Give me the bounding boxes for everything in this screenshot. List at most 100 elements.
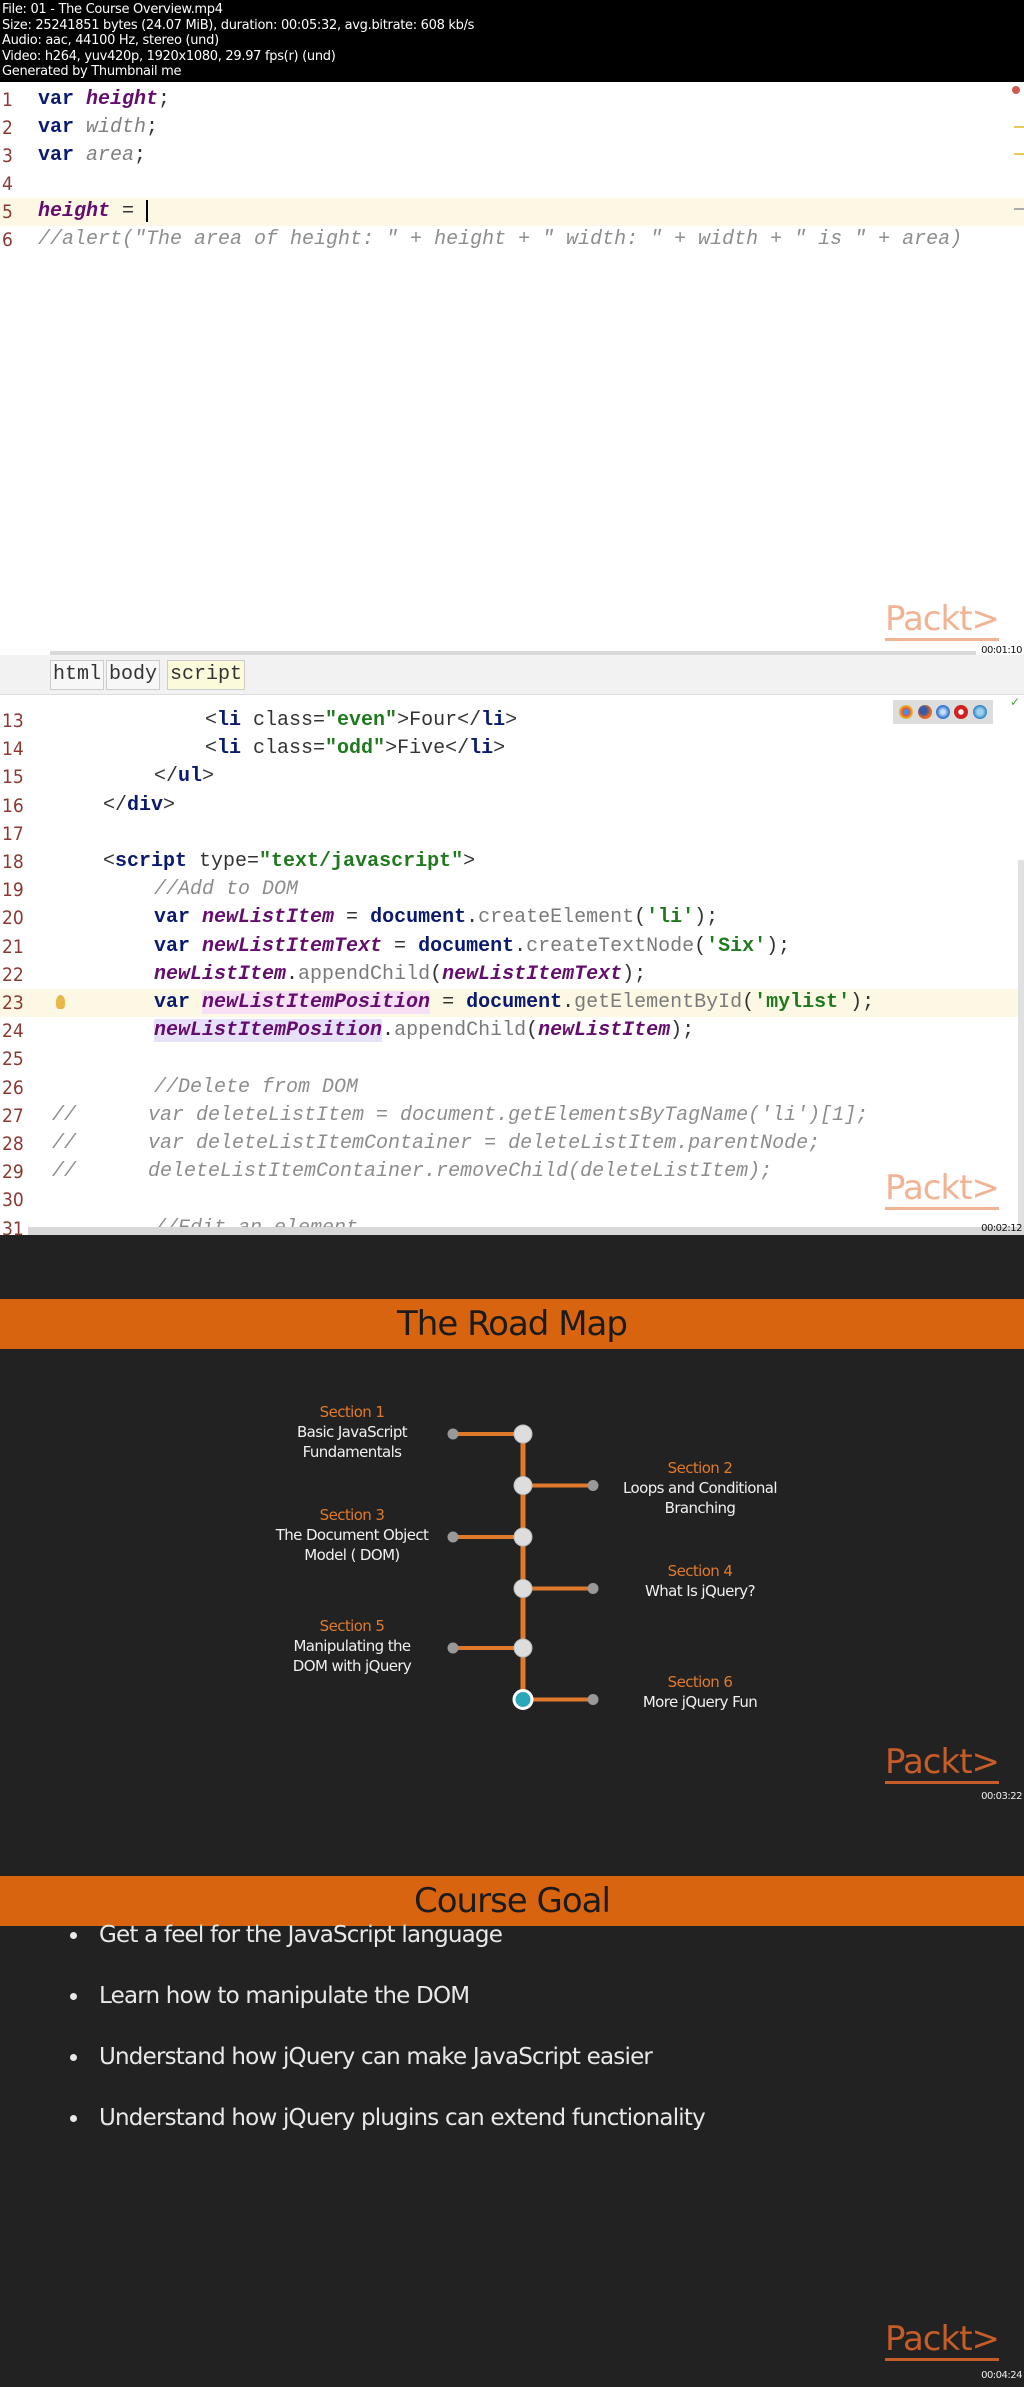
line-number: 23 [2,992,24,1014]
bullet-icon [70,1993,77,2000]
lightbulb-icon[interactable] [56,995,65,1009]
code-text: // var deleteListItemContainer = deleteL… [52,1132,821,1155]
bullet-icon [70,1932,77,1939]
timestamp: 00:03:22 [981,1791,1022,1802]
packt-logo: Packt> [885,2319,1000,2361]
breadcrumb-body[interactable]: body [106,660,161,690]
section-number: Section 6 [667,1672,733,1691]
code-line[interactable]: 30 [0,1186,1024,1214]
packt-logo: Packt> [885,599,1000,641]
line-number: 17 [2,822,24,845]
section-name: DOM with jQuery [292,1657,412,1675]
line-number: 24 [2,1020,24,1043]
line-number: 29 [2,1161,24,1184]
line-number: 27 [2,1104,24,1127]
roadmap-section-label: Section 6 More jQuery Fun [600,1672,800,1712]
line-number: 16 [2,794,24,817]
slide-title: Course Goal [0,1876,1024,1926]
code-line[interactable]: 15 </ul> [0,763,1024,791]
generator-info: Generated by Thumbnail me [2,64,182,80]
timestamp: 00:02:12 [981,1223,1022,1234]
code-text: height = [38,199,149,223]
code-line[interactable]: 3 var area; [0,142,1024,170]
goal-item: Learn how to manipulate the DOM [70,1981,705,2042]
caret-marker [1014,208,1024,210]
code-line[interactable]: 22 newListItem.appendChild(newListItemTex… [0,961,1024,989]
section-number: Section 2 [667,1458,733,1477]
text-caret [146,199,149,222]
code-line[interactable]: 17 [0,820,1024,848]
file-name: File: 01 - The Course Overview.mp4 [2,2,223,17]
code-line[interactable]: 4 [0,170,1024,198]
code-line[interactable]: 6 //alert("The area of height: " + height… [0,226,1024,254]
code-line[interactable]: 23 var newListItemPosition = document.get… [0,989,1024,1017]
goal-list: Get a feel for the JavaScript language L… [70,1920,706,2164]
section-name: Fundamentals [302,1443,402,1461]
line-number: 14 [2,738,24,761]
code-text: // deleteListItemContainer.removeChild(d… [52,1160,773,1184]
roadmap-section-label: Section 2 Loops and Conditional Branching [600,1458,800,1518]
roadmap-diagram [447,1424,599,1710]
section-name: Basic JavaScript [296,1423,408,1441]
code-text: //alert("The area of height: " + height … [38,228,963,251]
section-name: Model ( DOM) [304,1546,400,1564]
code-line[interactable]: 20 var newListItem = document.createEleme… [0,904,1024,932]
file-info-header: File: 01 - The Course Overview.mp4 Size:… [0,0,1024,82]
section-name: More jQuery Fun [642,1692,758,1711]
packt-logo: Packt> [885,1742,1000,1784]
code-line[interactable]: 26 //Delete from DOM [0,1074,1024,1102]
bullet-icon [70,2054,77,2061]
code-text: newListItemPosition.appendChild(newListI… [154,1019,695,1043]
code-line[interactable]: 25 [0,1045,1024,1073]
roadmap-end-dot [587,1480,599,1491]
frame-4-course-goal-slide: Course Goal Get a feel for the JavaScrip… [0,1810,1024,2387]
code-line[interactable]: 2 var width; [0,114,1024,142]
video-info: Video: h264, yuv420p, 1920x1080, 29.97 f… [2,48,336,64]
section-name: What Is jQuery? [645,1581,756,1600]
code-line[interactable]: 28 // var deleteListItemContainer = delet… [0,1130,1024,1158]
roadmap-end-dot [587,1583,599,1594]
code-line[interactable]: 21 var newListItemText = document.createT… [0,933,1024,961]
error-indicator-icon[interactable] [1012,86,1020,94]
horizontal-scrollbar[interactable] [28,1227,1024,1235]
goal-item: Understand how jQuery can make JavaScrip… [70,2042,705,2103]
roadmap-section-label: Section 5 Manipulating the DOM with jQuery [252,1616,452,1676]
line-number: 25 [2,1048,24,1071]
code-text: var newListItemText = document.createTex… [154,934,791,958]
line-number: 26 [2,1076,24,1099]
section-number: Section 3 [319,1506,385,1524]
roadmap-section-label: Section 1 Basic JavaScript Fundamentals [252,1402,452,1462]
code-text: var newListItem = document.createElement… [154,906,719,930]
roadmap-current-node [512,1689,534,1710]
code-text: //Delete from DOM [154,1075,359,1099]
code-text: var newListItemPosition = document.getEl… [154,991,875,1014]
code-line[interactable]: 29 // deleteListItemContainer.removeChild… [0,1158,1024,1186]
code-line[interactable]: 5 height = [0,198,1024,226]
section-number: Section 5 [319,1617,385,1635]
frame-3-roadmap-slide: The Road Map Section 1 Basic JavaScript Fu… [0,1235,1024,1810]
code-line[interactable]: 16 </div> [0,792,1024,820]
warning-marker[interactable] [1014,153,1024,155]
code-line[interactable]: 27 // var deleteListItem = document.getEl… [0,1102,1024,1130]
line-number: 28 [2,1133,24,1155]
breadcrumb-html[interactable]: html [50,660,105,690]
breadcrumb: html body script [0,655,1024,695]
code-line[interactable]: 24 newListItemPosition.appendChild(newLis… [0,1017,1024,1045]
bullet-icon [70,2115,77,2122]
code-line[interactable]: 14 <li class="odd">Five</li> [0,735,1024,763]
roadmap-section-label: Section 3 The Document Object Model ( DOM) [252,1505,452,1565]
code-line[interactable]: 18 <script type="text/javascript"> [0,848,1024,876]
frame-1-code-editor: 1 var height; 2 var width; 3 var area; 4 5 heigh… [0,82,1024,655]
vertical-scrollbar[interactable] [1018,860,1024,1235]
code-line[interactable]: 13 <li class="even">Four</li> [0,707,1024,735]
packt-logo: Packt> [885,1168,1000,1210]
code-text: <script type="text/javascript"> [103,850,476,873]
code-line[interactable]: 19 //Add to DOM [0,876,1024,904]
code-text: var width; [38,116,159,139]
breadcrumb-script[interactable]: script [167,660,246,690]
warning-marker[interactable] [1014,126,1024,128]
line-number: 3 [2,145,13,167]
goal-item: Get a feel for the JavaScript language [70,1920,705,1981]
code-line[interactable]: 1 var height; [0,86,1024,114]
frame-2-code-editor: html body script ✓ 13 <li class="even">Fo… [0,655,1024,1235]
